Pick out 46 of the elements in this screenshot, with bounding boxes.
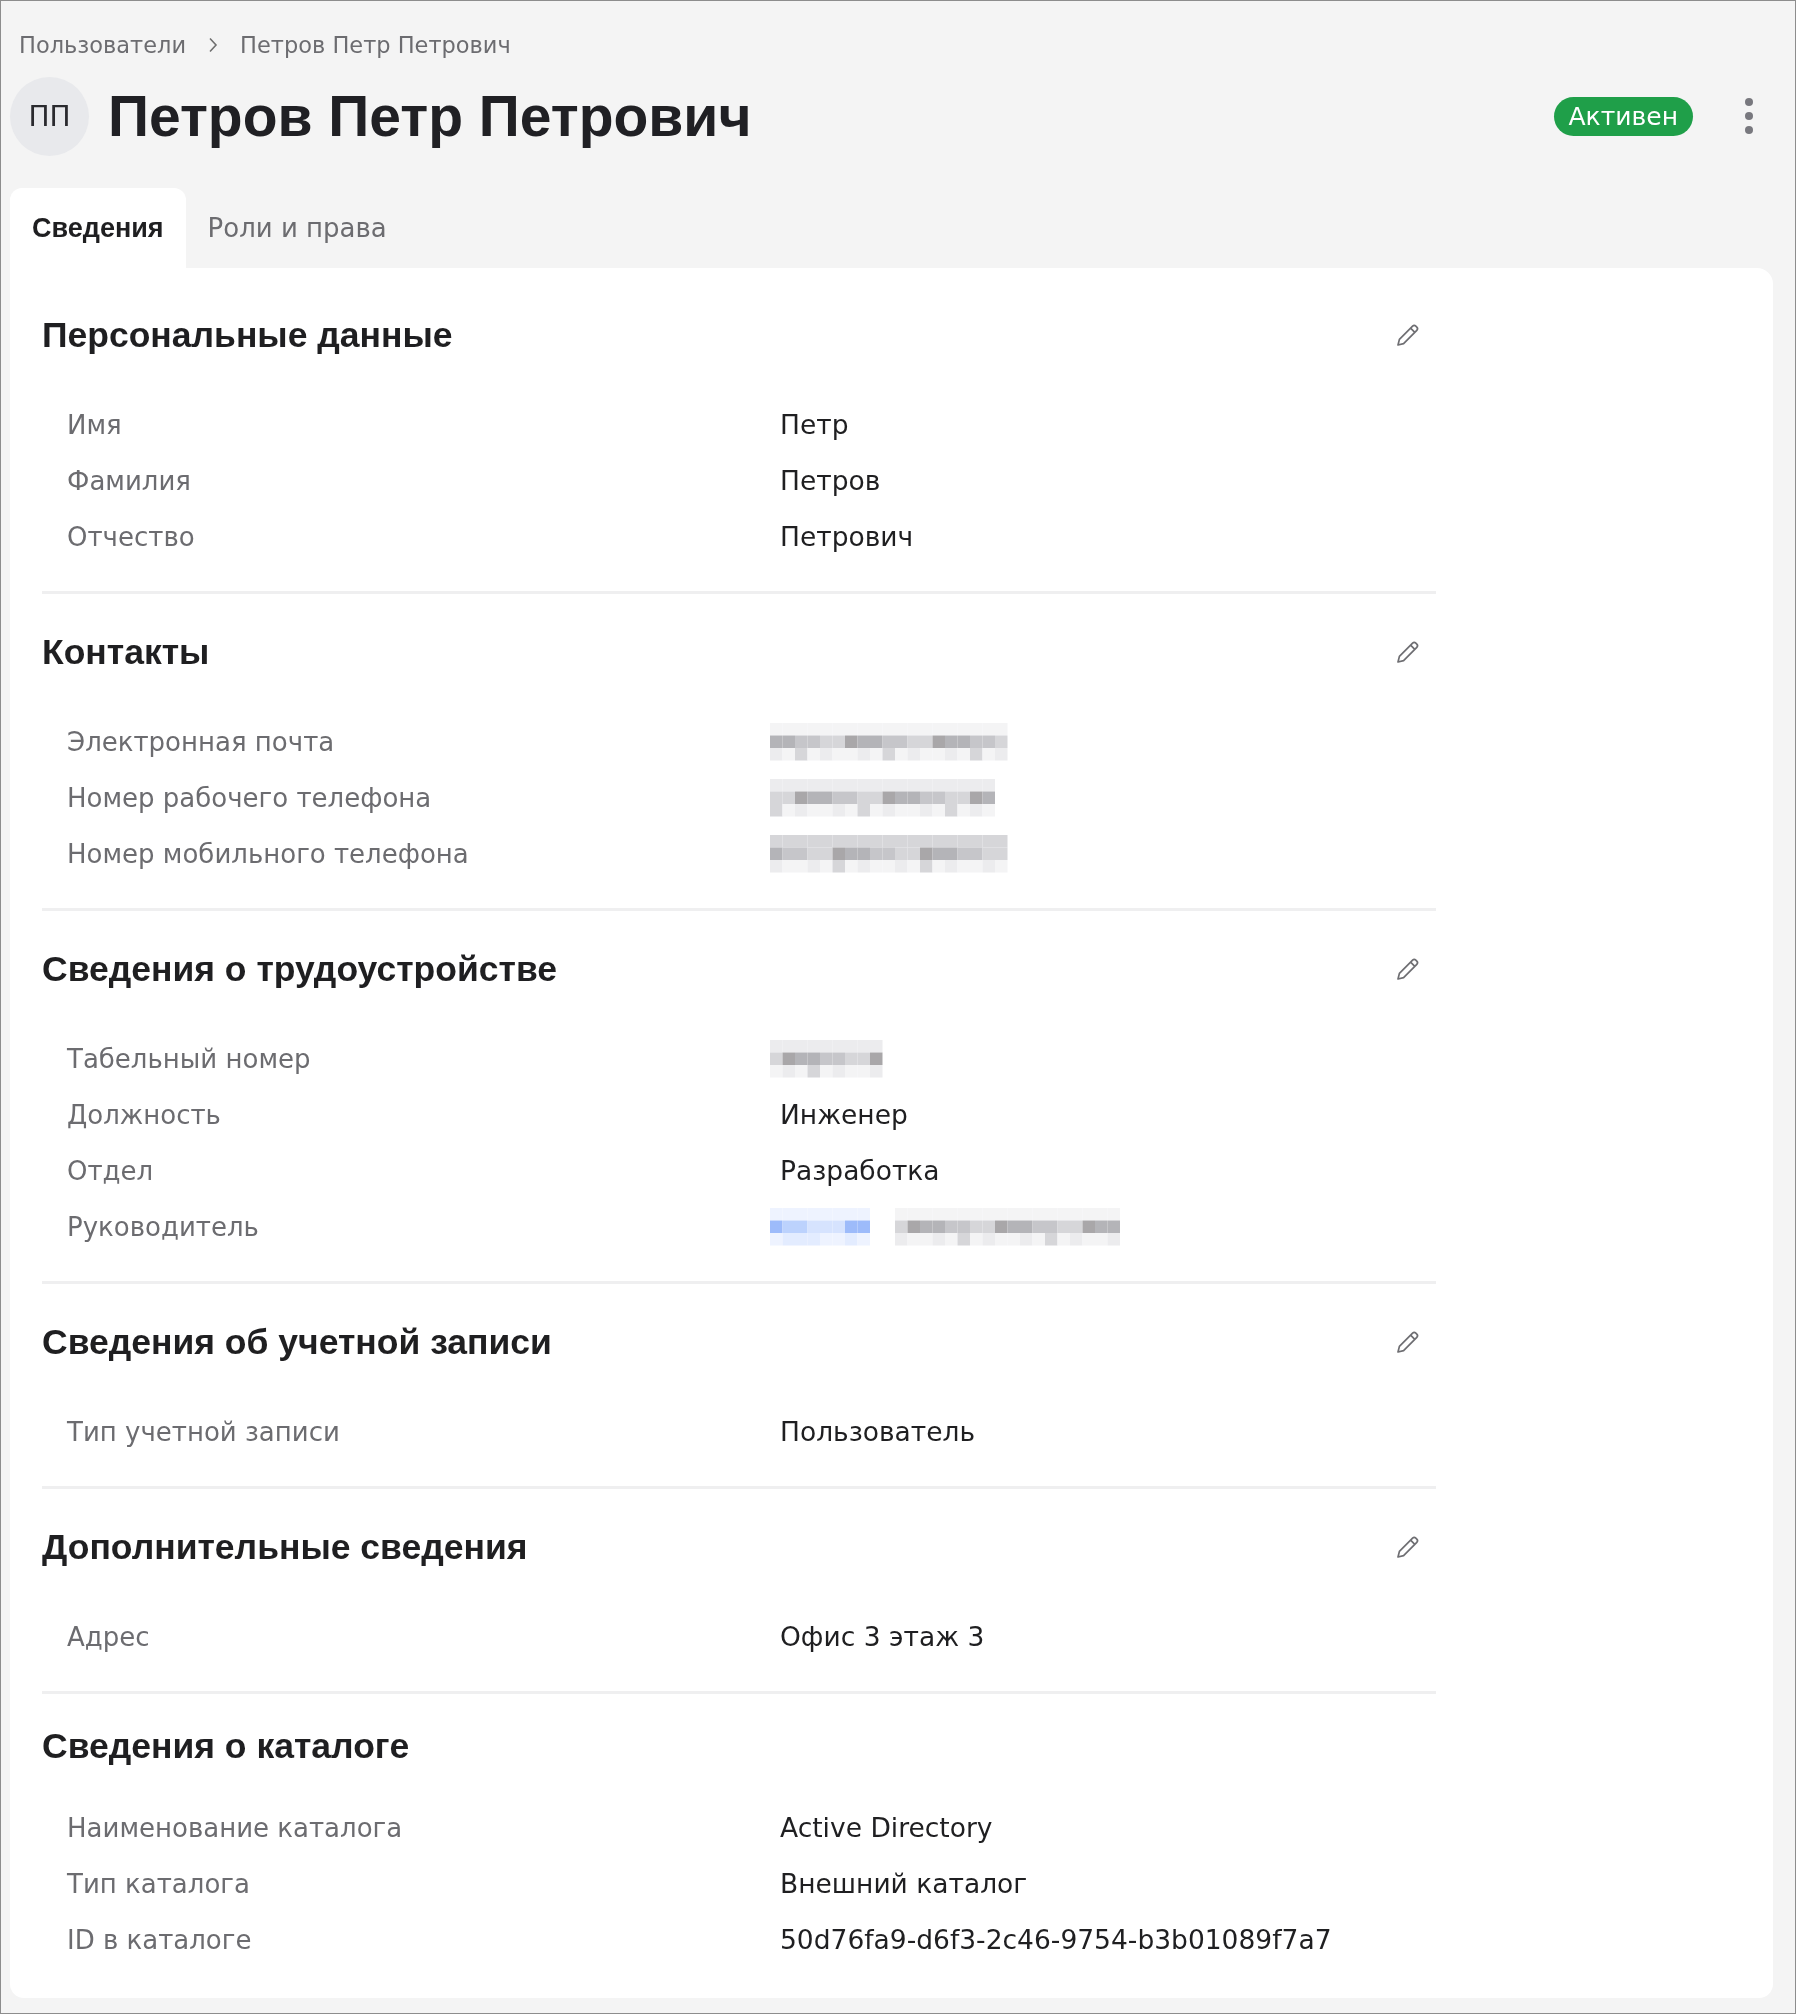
- field-label: Отчество: [67, 521, 196, 554]
- breadcrumb-link[interactable]: Пользователи: [19, 29, 187, 61]
- breadcrumb-current: Петров Петр Петрович: [240, 31, 511, 60]
- user-avatar: ПП: [10, 76, 89, 156]
- field-label: Тип каталога: [67, 1868, 251, 1901]
- field-label: Наименование каталога: [67, 1812, 404, 1845]
- field-value: Офис 3 этаж 3: [780, 1620, 985, 1654]
- section-title: Сведения об учетной записи: [42, 1321, 552, 1364]
- field-label: ID в каталоге: [67, 1924, 253, 1957]
- field-value: Петрович: [780, 520, 914, 554]
- field-value: Петров: [780, 464, 881, 498]
- chevron-right-icon: [208, 37, 219, 53]
- field-value: Петр: [780, 408, 849, 442]
- field-value: Разработка: [780, 1154, 940, 1188]
- field-value: Внешний каталог: [780, 1867, 1028, 1901]
- field-label: Адрес: [67, 1621, 151, 1654]
- status-badge: Активен: [1553, 96, 1693, 136]
- field-label: Табельный номер: [67, 1043, 312, 1076]
- field-value: Пользователь: [780, 1415, 976, 1449]
- field-value: 50d76fa9-d6f3-2c46-9754-b3b01089f7a7: [780, 1923, 1332, 1957]
- pencil-icon: [1395, 1534, 1421, 1560]
- pencil-icon: [1395, 322, 1421, 348]
- kebab-menu-icon: [1745, 98, 1753, 134]
- section-title: Сведения о каталоге: [42, 1725, 410, 1768]
- field-label: Руководитель: [67, 1211, 260, 1244]
- pencil-icon: [1395, 1329, 1421, 1355]
- field-label: Имя: [67, 409, 123, 442]
- section-title: Персональные данные: [42, 314, 453, 357]
- section-title: Контакты: [42, 631, 210, 674]
- field-value: Инженер: [780, 1098, 908, 1132]
- page-title: Петров Петр Петрович: [108, 83, 753, 149]
- field-label: Номер рабочего телефона: [67, 782, 433, 815]
- field-label: Отдел: [67, 1155, 155, 1188]
- tab[interactable]: Сведения: [10, 188, 186, 268]
- tab[interactable]: Роли и права: [185, 188, 409, 268]
- field-label: Номер мобильного телефона: [67, 838, 470, 871]
- pencil-icon: [1395, 956, 1421, 982]
- field-value: Active Directory: [780, 1811, 993, 1845]
- pixelated-link-drawing[interactable]: [770, 1208, 1120, 1246]
- field-label: Должность: [67, 1099, 222, 1132]
- section-title: Дополнительные сведения: [42, 1526, 528, 1569]
- field-label: Фамилия: [67, 465, 192, 498]
- section-title: Сведения о трудоустройстве: [42, 948, 558, 991]
- pencil-icon: [1395, 639, 1421, 665]
- field-label: Электронная почта: [67, 726, 336, 759]
- field-label: Тип учетной записи: [67, 1416, 341, 1449]
